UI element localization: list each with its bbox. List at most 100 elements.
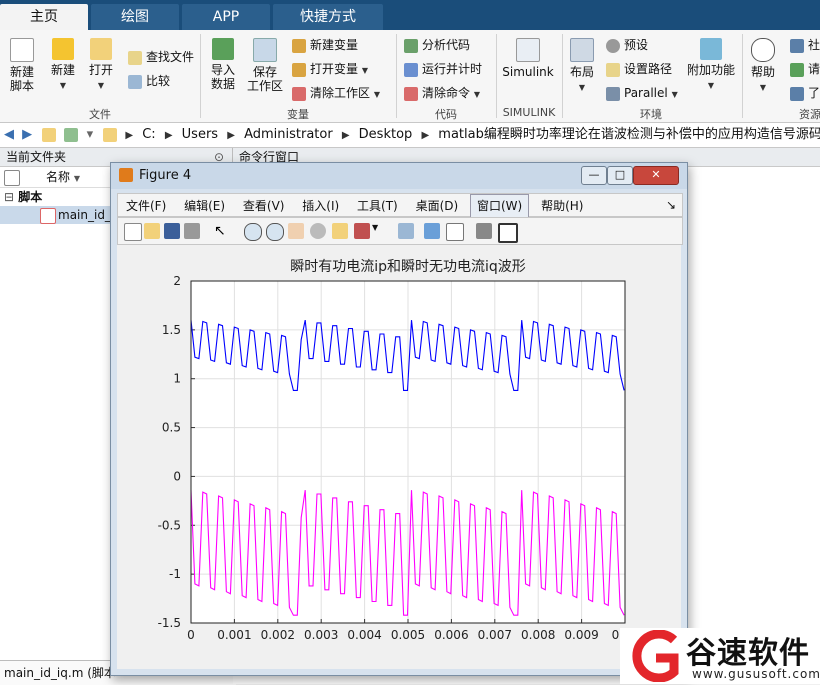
parallel-button[interactable]: Parallel ▼ [606, 84, 678, 102]
pointer-arrow-icon[interactable]: ↖ [214, 223, 230, 239]
show-plot-tools-icon[interactable] [498, 223, 518, 243]
new-script-button[interactable]: 新建 脚本 [4, 38, 40, 93]
tab-shortcuts[interactable]: 快捷方式 [273, 4, 383, 30]
run-and-time-button[interactable]: 运行并计时 [404, 60, 482, 78]
menu-edit[interactable]: 编辑(E) [178, 195, 231, 217]
chevron-down-icon: ▼ [373, 90, 380, 99]
menu-file[interactable]: 文件(F) [120, 195, 172, 217]
simulink-button[interactable]: Simulink [502, 38, 554, 79]
open-file-icon[interactable] [144, 223, 160, 239]
find-files-button[interactable]: 查找文件 [128, 48, 194, 66]
brand-name: 谷速软件 [686, 636, 810, 671]
menu-view[interactable]: 查看(V) [237, 195, 291, 217]
pan-hand-icon[interactable] [288, 223, 304, 239]
browse-folder-icon[interactable] [64, 127, 79, 142]
menu-tools[interactable]: 工具(T) [351, 195, 404, 217]
link-plot-icon[interactable] [398, 223, 414, 239]
save-workspace-label: 保存 工作区 [246, 65, 283, 93]
menu-help[interactable]: 帮助(H) [535, 195, 589, 217]
chevron-down-icon: ▼ [578, 83, 586, 92]
zoom-in-icon[interactable] [244, 223, 262, 241]
collapse-minus-icon[interactable]: ⊟ [4, 190, 14, 204]
open-variable-button[interactable]: 打开变量 ▼ [292, 60, 368, 78]
set-path-button[interactable]: 设置路径 [606, 60, 672, 78]
forward-arrow-icon[interactable]: ▶ [22, 127, 32, 142]
breadcrumb-administrator[interactable]: Administrator [244, 123, 333, 147]
open-button[interactable]: 打开 ▼ [84, 38, 118, 93]
new-figure-icon[interactable] [124, 223, 142, 241]
community-label: 社 [808, 38, 820, 52]
new-script-icon [10, 38, 34, 62]
close-button[interactable]: ✕ [633, 166, 679, 185]
figure-menubar: 文件(F) 编辑(E) 查看(V) 插入(I) 工具(T) 桌面(D) 窗口(W… [117, 193, 683, 218]
breadcrumb-desktop[interactable]: Desktop [359, 123, 413, 147]
chevron-down-icon: ▼ [707, 81, 715, 90]
brush-icon[interactable] [354, 223, 370, 239]
up-folder-icon[interactable] [42, 127, 57, 142]
breadcrumb-drive[interactable]: C: [142, 123, 155, 147]
breadcrumb-project-folder[interactable]: matlab编程瞬时功率理论在谐波检测与补偿中的应用构造信号源码程序 [438, 123, 820, 147]
y-tick-label: -0.5 [158, 518, 181, 532]
compare-label: 比较 [146, 74, 171, 88]
colorbar-icon[interactable] [424, 223, 440, 239]
chevron-down-icon: ▼ [361, 66, 368, 75]
tab-apps[interactable]: APP [182, 4, 270, 30]
print-icon[interactable] [184, 223, 200, 239]
file-type-icon [4, 170, 20, 186]
open-variable-label: 打开变量 [310, 62, 359, 76]
address-bar[interactable]: ◀ ▶ ▾ ▶ C: ▶ Users ▶ Administrator ▶ Des… [0, 123, 820, 148]
menu-insert[interactable]: 插入(I) [296, 195, 345, 217]
chevron-down-icon[interactable]: ▾ [87, 127, 94, 142]
clear-commands-button[interactable]: 清除命令 ▼ [404, 84, 480, 102]
dock-arrow-icon[interactable]: ↘ [666, 194, 676, 216]
layout-button[interactable]: 布局 ▼ [566, 38, 598, 95]
chevron-down-icon[interactable]: ▼ [372, 223, 388, 239]
y-tick-label: 2 [173, 274, 181, 288]
preferences-button[interactable]: 预设 [606, 36, 648, 54]
layout-icon [570, 38, 594, 62]
run-and-time-label: 运行并计时 [422, 62, 483, 76]
request-support-button[interactable]: 请 [790, 60, 820, 78]
save-workspace-button[interactable]: 保存 工作区 [246, 38, 284, 93]
import-data-button[interactable]: 导入 数据 [206, 38, 240, 91]
simulink-icon [516, 38, 540, 62]
hide-plot-tools-icon[interactable] [476, 223, 492, 239]
data-cursor-icon[interactable] [332, 223, 348, 239]
help-button[interactable]: 帮助 ▼ [748, 38, 778, 95]
analyze-code-button[interactable]: 分析代码 [404, 36, 470, 54]
learn-matlab-label: 了 [808, 86, 820, 100]
minimize-button[interactable]: — [581, 166, 607, 185]
zoom-out-icon[interactable] [266, 223, 284, 241]
breadcrumb-users[interactable]: Users [182, 123, 218, 147]
x-tick-label: 0.001 [217, 628, 251, 642]
community-button[interactable]: 社 [790, 36, 820, 54]
group-label-variable: 变量 [287, 108, 309, 121]
compare-button[interactable]: 比较 [128, 72, 170, 90]
figure-window: Figure 4 — □ ✕ 文件(F) 编辑(E) 查看(V) 插入(I) 工… [110, 162, 688, 676]
tab-plots[interactable]: 绘图 [91, 4, 179, 30]
addons-cubes-icon [700, 38, 722, 60]
clear-workspace-button[interactable]: 清除工作区 ▼ [292, 84, 380, 102]
learn-matlab-button[interactable]: 了 [790, 84, 820, 102]
figure-toolbar: ↖ ▼ [117, 217, 683, 245]
breadcrumb-separator-icon: ▶ [341, 130, 350, 141]
rotate-3d-icon[interactable] [310, 223, 326, 239]
new-variable-label: 新建变量 [310, 38, 359, 52]
new-label: 新建 [50, 63, 75, 77]
new-button[interactable]: 新建 ▼ [46, 38, 80, 93]
maximize-button[interactable]: □ [607, 166, 633, 185]
tab-home[interactable]: 主页 [0, 4, 88, 30]
new-variable-button[interactable]: 新建变量 [292, 36, 358, 54]
back-arrow-icon[interactable]: ◀ [4, 127, 14, 142]
clear-commands-icon [404, 86, 418, 101]
figure-titlebar[interactable]: Figure 4 — □ ✕ [111, 163, 687, 189]
legend-icon[interactable] [446, 223, 464, 241]
figure-canvas: 0 0.001 0.002 0.003 0.004 0.005 0.006 0.007 0.00… [117, 245, 681, 669]
ribbon: 新建 脚本 新建 ▼ 打开 ▼ 查找文件 比较 文件 导入 数据 保存 工作区 新建… [0, 30, 820, 123]
menu-window[interactable]: 窗口(W) [470, 194, 530, 218]
menu-desktop[interactable]: 桌面(D) [410, 195, 465, 217]
save-icon[interactable] [164, 223, 180, 239]
new-variable-icon [292, 38, 306, 53]
find-files-icon [128, 50, 142, 65]
addons-button[interactable]: 附加功能 ▼ [686, 38, 736, 93]
